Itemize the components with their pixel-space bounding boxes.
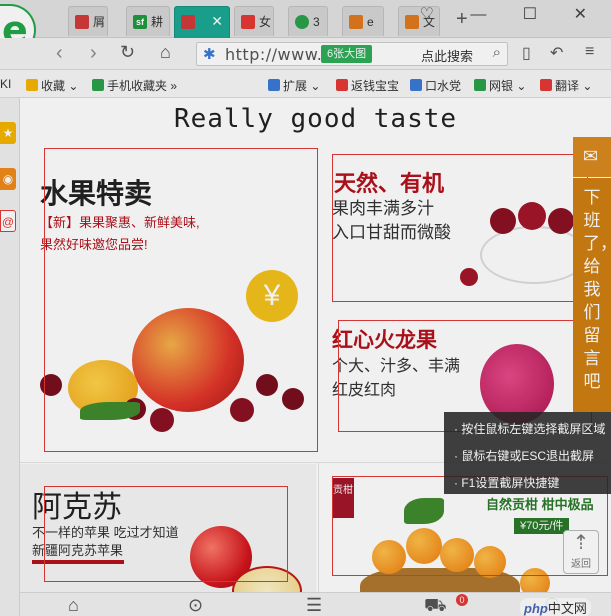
star-icon	[26, 79, 38, 91]
sf-icon: sf	[133, 14, 147, 29]
selection-frame	[332, 154, 588, 302]
weibo-icon[interactable]: ◉	[0, 168, 16, 190]
bookmark-koushui[interactable]: 口水党	[410, 77, 461, 94]
arrow-up-icon: ⇡	[572, 532, 590, 554]
tab-strip: e 屑 sf 耕 ✕ 女 3 e 文 + ♡ — ☐ ✕	[0, 0, 611, 56]
mail-icon[interactable]: @	[0, 210, 16, 232]
extension-icon	[268, 79, 280, 91]
globe-icon	[295, 14, 309, 29]
back-icon[interactable]: ‹	[56, 42, 63, 65]
bookmarks-bar: KI 收藏 ⌄ 手机收藏夹 » 扩展 ⌄ 返钱宝宝 口水党 网银 ⌄ 翻译 ⌄	[0, 70, 611, 98]
hint-select-area: · 按住鼠标左键选择截屏区域	[454, 422, 606, 436]
page-content: Really good taste 水果特卖 【新】果果聚惠、新鲜美味, 果然好…	[20, 98, 611, 616]
window-controls[interactable]: ♡ — ☐ ✕	[420, 4, 603, 24]
selection-frame	[44, 148, 318, 452]
url-text: http://www.:	[225, 45, 329, 64]
hint-shortcut: · F1设置截屏快捷键	[454, 476, 560, 490]
home-icon[interactable]: ⌂	[68, 595, 79, 616]
search-label[interactable]: 点此搜索	[421, 46, 473, 65]
brand-icon	[241, 14, 255, 29]
tab-active[interactable]: ✕	[174, 6, 230, 38]
gear-icon[interactable]: ✱	[203, 45, 216, 63]
tab-6[interactable]: e	[342, 6, 384, 36]
watermark: php中文网	[520, 598, 591, 616]
star-icon[interactable]: ★	[0, 122, 16, 144]
back-to-top-button[interactable]: ⇡ 返回	[563, 530, 599, 574]
left-sidebar: ★ ◉ @	[0, 98, 20, 616]
forward-icon[interactable]: ›	[90, 42, 97, 65]
close-icon[interactable]: ✕	[211, 7, 223, 35]
phone-icon	[92, 79, 104, 91]
cart-icon	[181, 14, 195, 29]
bookmark-favorites[interactable]: 收藏 ⌄	[26, 77, 78, 94]
message-tab[interactable]: ✉	[573, 137, 611, 177]
back-to-top-label: 返回	[571, 559, 591, 570]
list-icon[interactable]: ☰	[306, 595, 322, 616]
images-badge[interactable]: 6张大图	[321, 45, 373, 63]
tab-4[interactable]: 女	[234, 6, 274, 36]
tab-2[interactable]: sf 耕	[126, 6, 170, 36]
screenshot-hints: · 按住鼠标左键选择截屏区域 · 鼠标右键或ESC退出截屏 · F1设置截屏快捷…	[444, 412, 611, 494]
leave-message-panel[interactable]: 下班了，给我们留言吧	[573, 178, 611, 412]
refresh-icon[interactable]: ↻	[120, 42, 135, 63]
bookmark-mobile[interactable]: 手机收藏夹 »	[92, 77, 177, 94]
address-toolbar: ‹ › ↻ ⌂ ✱ http://www.: 6张大图 点此搜索 ⌕ ▯ ↶ ≡	[0, 38, 611, 70]
cart-icon	[75, 14, 89, 29]
location-icon[interactable]: ⊙	[188, 595, 203, 616]
chat-icon	[410, 79, 422, 91]
watermark-brand: php	[524, 601, 548, 616]
hint-exit: · 鼠标右键或ESC退出截屏	[454, 449, 595, 463]
envelope-icon: ✉	[583, 146, 599, 166]
mobile-icon[interactable]: ▯	[522, 43, 531, 63]
bookmark-extensions[interactable]: 扩展 ⌄	[268, 77, 320, 94]
bookmark-bank[interactable]: 网银 ⌄	[474, 77, 526, 94]
cart-icon	[405, 14, 419, 29]
cart-icon	[349, 14, 363, 29]
bank-icon	[474, 79, 486, 91]
undo-icon[interactable]: ↶	[550, 43, 563, 63]
address-bar[interactable]: ✱ http://www.: 6张大图 点此搜索 ⌕	[196, 42, 508, 66]
search-icon[interactable]: ⌕	[493, 44, 501, 61]
selection-frame	[44, 486, 288, 582]
money-icon	[336, 79, 348, 91]
bookmark-ki[interactable]: KI	[0, 77, 11, 91]
tab-1[interactable]: 屑	[68, 6, 108, 36]
tab-5[interactable]: 3	[288, 6, 328, 36]
home-icon[interactable]: ⌂	[160, 42, 171, 63]
bookmark-translate[interactable]: 翻译 ⌄	[540, 77, 592, 94]
menu-icon[interactable]: ≡	[585, 43, 594, 61]
translate-icon	[540, 79, 552, 91]
cart-icon[interactable]: ⛟	[424, 595, 447, 616]
leave-message-text: 下班了，给我们留言吧	[583, 188, 611, 391]
bookmark-cashback[interactable]: 返钱宝宝	[336, 77, 399, 94]
cart-count-badge: 0	[456, 594, 468, 606]
page-heading: Really good taste	[173, 104, 458, 134]
